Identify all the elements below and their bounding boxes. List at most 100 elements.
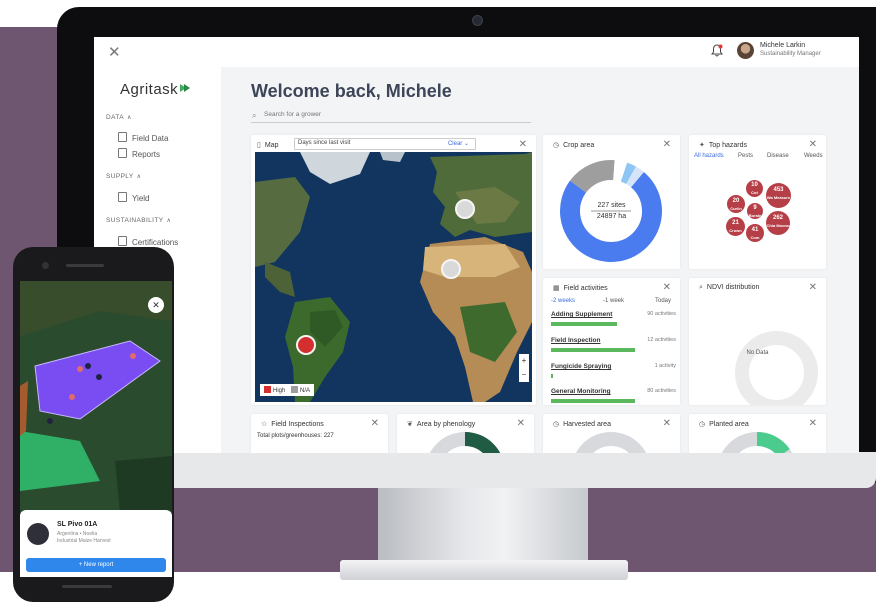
close-icon[interactable]: ✕ xyxy=(108,43,121,61)
zoom-in-button[interactable]: + xyxy=(519,354,529,368)
activity-bar xyxy=(551,399,636,403)
close-icon[interactable]: ✕ xyxy=(809,282,817,293)
user-role: Sustainability Manager xyxy=(760,51,821,57)
donut-slice[interactable] xyxy=(620,162,636,185)
activity-name[interactable]: Field Inspection xyxy=(551,337,600,344)
sidebar-section-sustainability[interactable]: SUSTAINABILITY ∧ xyxy=(106,217,171,224)
donut-slice[interactable] xyxy=(625,166,644,188)
card-title: ✦ Top hazards xyxy=(699,142,748,149)
activity-bar xyxy=(551,374,553,378)
satellite-map[interactable]: + − High N/A xyxy=(255,152,532,402)
site-thumbnail xyxy=(27,523,49,545)
phone-camera xyxy=(42,262,49,269)
activity-name[interactable]: Adding Supplement xyxy=(551,311,612,318)
planted-area-card: ◷ Planted area ✕ xyxy=(689,414,826,453)
hazard-bubble[interactable]: 262 Chia Moonu xyxy=(766,211,790,235)
agritask-logo-icon xyxy=(180,84,190,92)
dashboard-screen: ✕ Michele Larkin Sustainability Manager … xyxy=(94,37,859,453)
card-title: ▦ Field activities xyxy=(553,285,608,292)
sidebar-item-label: Reports xyxy=(132,150,161,159)
hazard-bubble[interactable]: 41 Com xyxy=(746,224,764,242)
close-icon[interactable]: ✕ xyxy=(663,282,671,293)
yield-icon xyxy=(118,192,127,202)
harvested-area-card: ◷ Harvested area ✕ xyxy=(543,414,680,453)
search-bar[interactable]: ⌕ xyxy=(251,110,531,123)
sidebar-item-label: Field Data xyxy=(132,134,169,143)
sidebar-item-reports[interactable]: Reports xyxy=(118,148,160,159)
hazard-bubble[interactable]: 10 Cot xyxy=(746,180,763,197)
inspections-total: Total plots/greenhouses: 227 xyxy=(257,433,334,439)
reports-icon xyxy=(118,148,127,158)
site-crop: Industrial Maize Harvest xyxy=(57,538,111,544)
sidebar-item-field-data[interactable]: Field Data xyxy=(118,132,168,143)
hazard-bubble[interactable]: 9 Borale xyxy=(747,203,763,219)
planted-donut xyxy=(721,431,793,453)
close-icon[interactable]: ✕ xyxy=(519,139,527,150)
new-report-button[interactable]: + New report xyxy=(26,558,166,572)
chevron-up-icon: ∧ xyxy=(166,218,172,224)
map-pin[interactable] xyxy=(455,199,475,219)
search-icon: ⌕ xyxy=(699,284,703,291)
activity-bar xyxy=(551,348,636,352)
monitor-chin xyxy=(57,452,876,488)
empty-donut xyxy=(735,331,818,405)
activity-name[interactable]: Fungicide Spraying xyxy=(551,363,611,370)
dropdown-value: Days since last visit xyxy=(298,140,351,146)
sidebar-item-certifications[interactable]: Certifications xyxy=(118,236,178,247)
no-data-text: No Data xyxy=(746,350,769,356)
hazard-bubble[interactable]: 453 Wa Measure xyxy=(766,183,791,208)
zoom-out-button[interactable]: − xyxy=(519,368,529,382)
tab-disease[interactable]: Disease xyxy=(767,153,789,159)
tab-today[interactable]: Today xyxy=(655,298,671,304)
donut-slice[interactable] xyxy=(570,160,615,194)
page-title: Welcome back, Michele xyxy=(251,81,452,101)
user-name[interactable]: Michele Larkin xyxy=(760,42,805,49)
phone-speaker xyxy=(66,264,104,267)
zoom-control[interactable]: + − xyxy=(519,354,529,382)
world-map-graphic xyxy=(255,152,532,402)
activity-count: 80 activities xyxy=(647,388,676,394)
ndvi-card: ⌕ NDVI distribution ✕ No Data xyxy=(689,278,826,405)
tab-all-hazards[interactable]: All hazards xyxy=(694,153,724,159)
legend-swatch xyxy=(291,386,299,393)
phone-screen: ✕ SL Pivo 01A Argentina • Noelia Industr… xyxy=(20,281,172,577)
search-icon: ⌕ xyxy=(252,111,257,120)
tab-weeds[interactable]: Weeds xyxy=(804,153,823,159)
bell-icon[interactable] xyxy=(711,44,723,57)
donut-sites: 227 sites xyxy=(597,202,626,209)
card-title: ☆ Field Inspections xyxy=(261,421,324,428)
search-input[interactable] xyxy=(263,110,525,119)
map-legend: High N/A xyxy=(260,384,315,396)
activity-name[interactable]: General Monitoring xyxy=(551,388,611,395)
phenology-card: ❦ Area by phenology ✕ xyxy=(397,414,534,453)
calendar-icon: ▦ xyxy=(553,285,560,292)
close-icon[interactable]: ✕ xyxy=(371,418,379,429)
site-bottom-sheet: SL Pivo 01A Argentina • Noelia Industria… xyxy=(20,510,172,577)
site-location: Argentina • Noelia xyxy=(57,531,98,537)
card-title: ▯ Map xyxy=(257,142,279,149)
hazard-bubble[interactable]: 21 Crown Con xyxy=(726,217,745,240)
donut-slice[interactable] xyxy=(612,160,628,182)
field-data-icon xyxy=(118,132,127,142)
tab-pests[interactable]: Pests xyxy=(738,153,753,159)
map-pin[interactable] xyxy=(441,259,461,279)
avatar[interactable] xyxy=(737,42,754,59)
sidebar-section-supply[interactable]: SUPPLY ∧ xyxy=(106,173,141,180)
hazard-bubble[interactable]: 20 Curlin xyxy=(727,195,745,213)
phenology-donut xyxy=(429,432,501,453)
tab-1-week[interactable]: -1 week xyxy=(603,298,624,304)
close-button[interactable]: ✕ xyxy=(148,297,164,313)
close-icon[interactable]: ✕ xyxy=(809,139,817,150)
webcam xyxy=(472,15,483,26)
sidebar-section-label: SUSTAINABILITY xyxy=(106,217,164,224)
map-pin-high[interactable] xyxy=(296,335,316,355)
sidebar-section-data[interactable]: DATA ∧ xyxy=(106,114,132,121)
days-since-visit-dropdown[interactable]: Days since last visit Clear ⌄ xyxy=(294,138,476,150)
clear-button[interactable]: Clear ⌄ xyxy=(448,140,469,147)
tab-2-weeks[interactable]: -2 weeks xyxy=(551,298,575,304)
site-name: SL Pivo 01A xyxy=(57,521,98,528)
sidebar-item-yield[interactable]: Yield xyxy=(118,192,150,203)
legend-swatch xyxy=(264,386,271,393)
map-icon: ▯ xyxy=(257,142,261,149)
sidebar-section-label: SUPPLY xyxy=(106,173,134,180)
